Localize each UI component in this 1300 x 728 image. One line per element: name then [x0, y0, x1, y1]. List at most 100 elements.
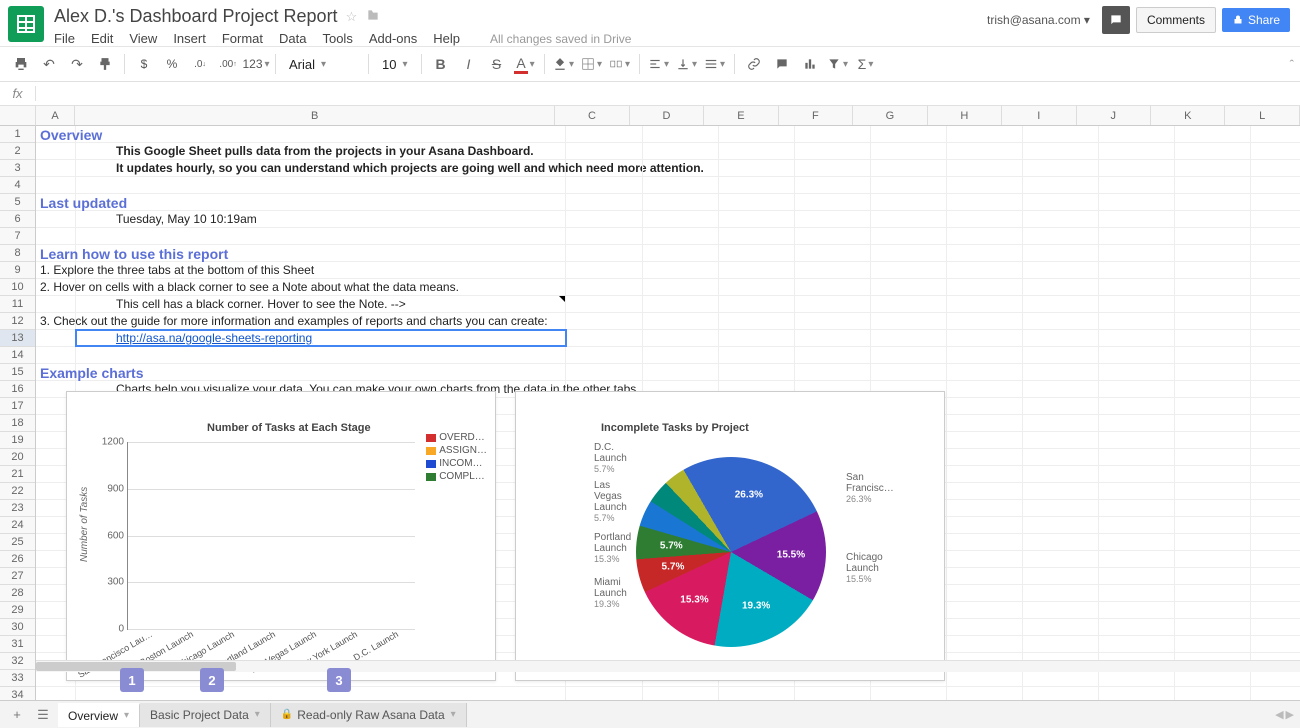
- italic-button[interactable]: I: [456, 51, 482, 77]
- cell[interactable]: [76, 177, 566, 193]
- document-title[interactable]: Alex D.'s Dashboard Project Report: [54, 6, 338, 27]
- row-header[interactable]: 18: [0, 415, 35, 432]
- row-header[interactable]: 28: [0, 585, 35, 602]
- column-header[interactable]: E: [704, 106, 778, 125]
- row-header[interactable]: 1: [0, 126, 35, 143]
- row-header[interactable]: 20: [0, 449, 35, 466]
- column-header[interactable]: K: [1151, 106, 1225, 125]
- select-all-corner[interactable]: [0, 106, 36, 126]
- filter-icon[interactable]: ▾: [825, 51, 851, 77]
- move-folder-icon[interactable]: [365, 8, 381, 25]
- row-header[interactable]: 34: [0, 687, 35, 700]
- borders-button[interactable]: ▾: [579, 51, 605, 77]
- row-header[interactable]: 24: [0, 517, 35, 534]
- column-header[interactable]: B: [75, 106, 555, 125]
- cell[interactable]: Tuesday, May 10 10:19am: [76, 211, 566, 227]
- functions-icon[interactable]: Σ▾: [853, 51, 879, 77]
- cell[interactable]: This Google Sheet pulls data from the pr…: [76, 143, 566, 159]
- pie-chart[interactable]: Incomplete Tasks by Project 26.3%15.5%19…: [515, 391, 945, 681]
- text-color-button[interactable]: A▾: [512, 51, 538, 77]
- menu-edit[interactable]: Edit: [91, 31, 113, 46]
- menu-tools[interactable]: Tools: [322, 31, 352, 46]
- row-header[interactable]: 26: [0, 551, 35, 568]
- cell[interactable]: This cell has a black corner. Hover to s…: [76, 296, 566, 312]
- star-icon[interactable]: ☆: [346, 9, 358, 25]
- cell[interactable]: Learn how to use this report: [36, 245, 566, 261]
- row-header[interactable]: 33: [0, 670, 35, 687]
- column-header[interactable]: C: [555, 106, 629, 125]
- bar-chart[interactable]: Number of Tasks at Each Stage Number of …: [66, 391, 496, 681]
- sheet-tab[interactable]: Basic Project Data▾: [140, 703, 271, 727]
- menu-help[interactable]: Help: [433, 31, 460, 46]
- formula-input[interactable]: [36, 86, 1300, 101]
- paint-format-icon[interactable]: [92, 51, 118, 77]
- cell[interactable]: 1. Explore the three tabs at the bottom …: [36, 262, 566, 278]
- row-header[interactable]: 31: [0, 636, 35, 653]
- cell[interactable]: [76, 347, 566, 363]
- row-header[interactable]: 19: [0, 432, 35, 449]
- print-icon[interactable]: [8, 51, 34, 77]
- column-header[interactable]: I: [1002, 106, 1076, 125]
- more-formats-button[interactable]: 123▾: [243, 51, 269, 77]
- insert-link-icon[interactable]: [741, 51, 767, 77]
- merge-cells-button[interactable]: ▾: [607, 51, 633, 77]
- menu-insert[interactable]: Insert: [173, 31, 206, 46]
- add-sheet-button[interactable]: +: [6, 704, 28, 726]
- text-wrap-button[interactable]: ▾: [702, 51, 728, 77]
- column-header[interactable]: A: [36, 106, 75, 125]
- row-header[interactable]: 2: [0, 143, 35, 160]
- insert-comment-icon[interactable]: [769, 51, 795, 77]
- row-header[interactable]: 7: [0, 228, 35, 245]
- row-header[interactable]: 4: [0, 177, 35, 194]
- v-align-button[interactable]: ▾: [674, 51, 700, 77]
- row-header[interactable]: 12: [0, 313, 35, 330]
- insert-chart-icon[interactable]: [797, 51, 823, 77]
- cell[interactable]: It updates hourly, so you can understand…: [76, 160, 566, 176]
- row-header[interactable]: 5: [0, 194, 35, 211]
- tab-scroll-right-icon[interactable]: ▶: [1286, 708, 1294, 721]
- collapse-toolbar-icon[interactable]: ˆ: [1290, 57, 1294, 72]
- comments-button[interactable]: Comments: [1136, 7, 1216, 33]
- bold-button[interactable]: B: [428, 51, 454, 77]
- user-email[interactable]: trish@asana.com ▾: [987, 13, 1090, 27]
- menu-file[interactable]: File: [54, 31, 75, 46]
- cell[interactable]: [76, 228, 566, 244]
- h-align-button[interactable]: ▾: [646, 51, 672, 77]
- row-header[interactable]: 23: [0, 500, 35, 517]
- cell[interactable]: http://asa.na/google-sheets-reporting: [76, 330, 566, 346]
- column-header[interactable]: J: [1077, 106, 1151, 125]
- strikethrough-button[interactable]: S: [484, 51, 510, 77]
- row-header[interactable]: 21: [0, 466, 35, 483]
- horizontal-scrollbar[interactable]: [36, 660, 1300, 672]
- cell[interactable]: Example charts: [36, 364, 566, 380]
- sheets-app-icon[interactable]: [8, 6, 44, 42]
- menu-format[interactable]: Format: [222, 31, 263, 46]
- row-header[interactable]: 3: [0, 160, 35, 177]
- column-header[interactable]: D: [630, 106, 704, 125]
- all-sheets-button[interactable]: ☰: [32, 704, 54, 726]
- format-percent-button[interactable]: %: [159, 51, 185, 77]
- font-family-select[interactable]: Arial▾: [282, 54, 362, 75]
- row-header[interactable]: 14: [0, 347, 35, 364]
- row-header[interactable]: 10: [0, 279, 35, 296]
- fill-color-button[interactable]: ▾: [551, 51, 577, 77]
- share-button[interactable]: Share: [1222, 8, 1290, 32]
- column-header[interactable]: H: [928, 106, 1002, 125]
- row-header[interactable]: 29: [0, 602, 35, 619]
- row-header[interactable]: 15: [0, 364, 35, 381]
- menu-data[interactable]: Data: [279, 31, 306, 46]
- row-header[interactable]: 9: [0, 262, 35, 279]
- redo-icon[interactable]: ↷: [64, 51, 90, 77]
- tab-scroll-left-icon[interactable]: ◀: [1275, 708, 1283, 721]
- increase-decimal-button[interactable]: .00↑: [215, 51, 241, 77]
- format-currency-button[interactable]: $: [131, 51, 157, 77]
- column-header[interactable]: F: [779, 106, 853, 125]
- row-header[interactable]: 22: [0, 483, 35, 500]
- row-header[interactable]: 13: [0, 330, 35, 347]
- decrease-decimal-button[interactable]: .0↓: [187, 51, 213, 77]
- cell[interactable]: Last updated: [36, 194, 566, 210]
- sheet-tab[interactable]: 🔒Read-only Raw Asana Data▾: [271, 703, 467, 727]
- row-header[interactable]: 6: [0, 211, 35, 228]
- undo-icon[interactable]: ↶: [36, 51, 62, 77]
- menu-addons[interactable]: Add-ons: [369, 31, 417, 46]
